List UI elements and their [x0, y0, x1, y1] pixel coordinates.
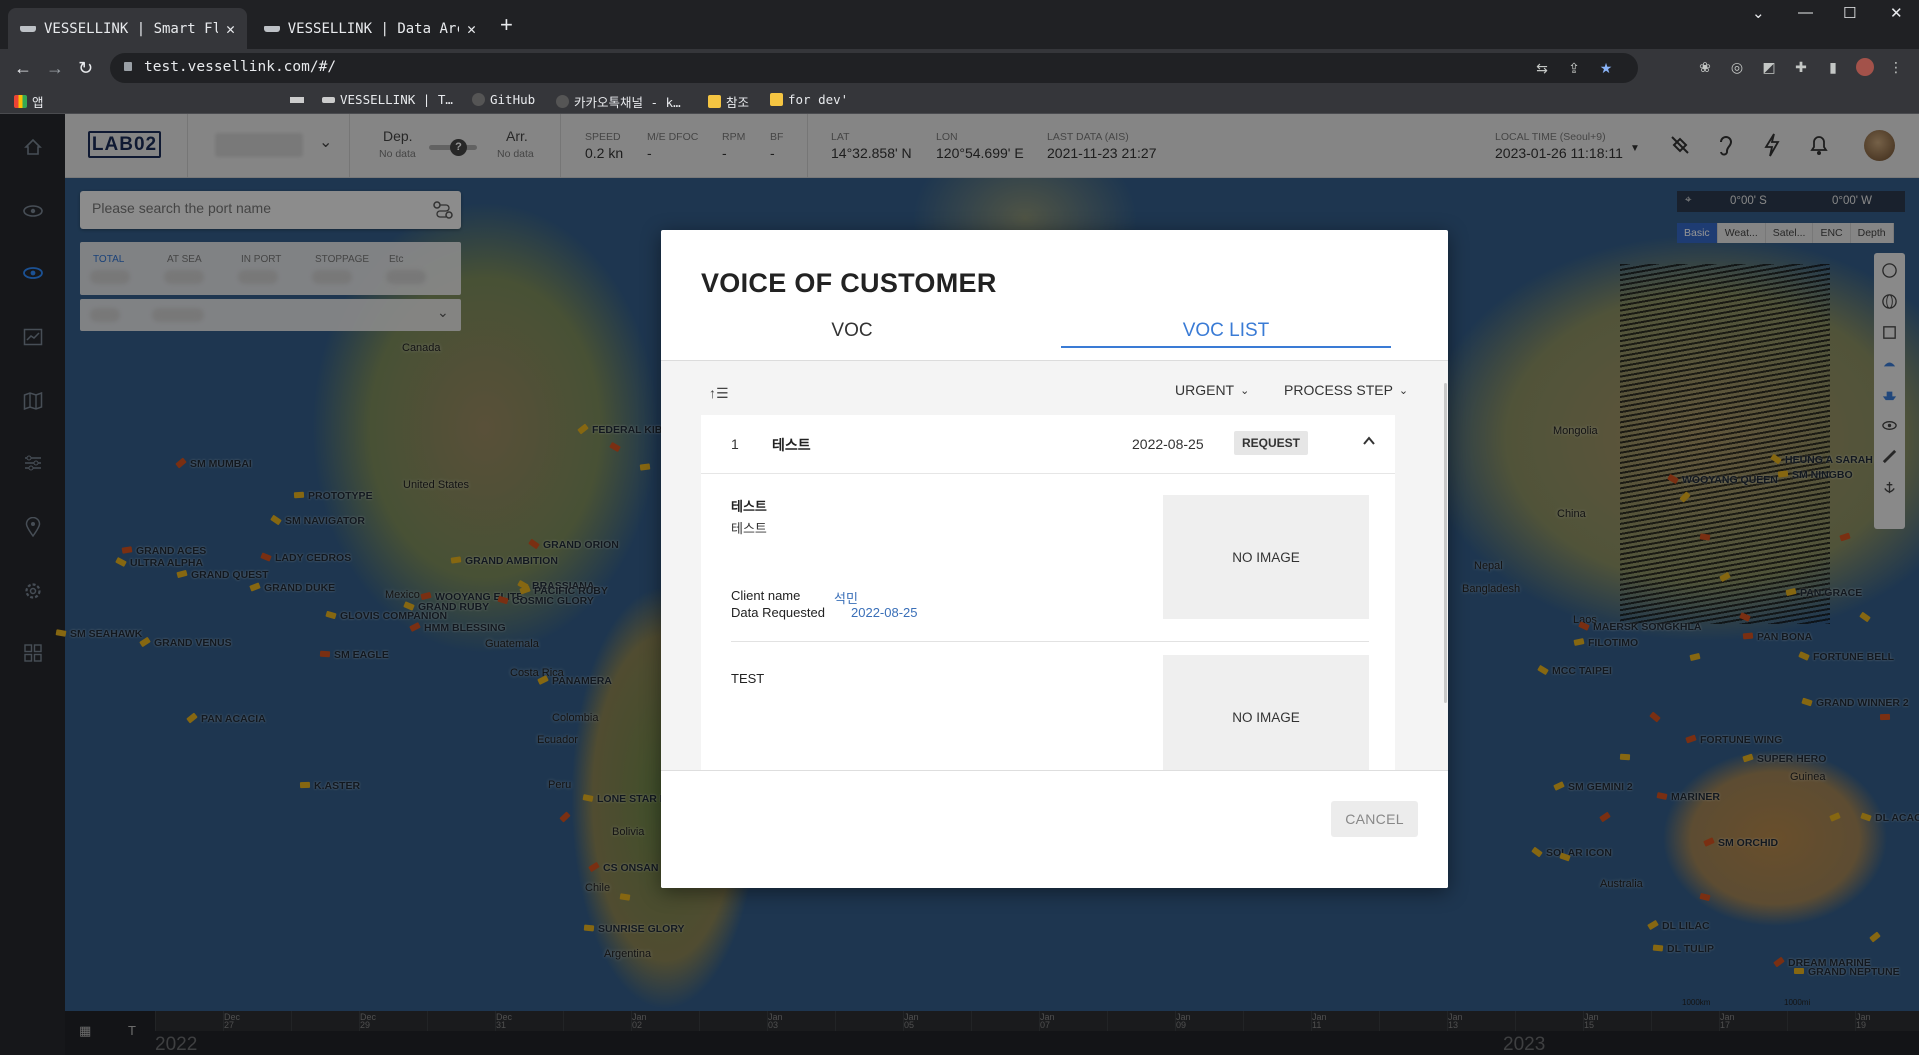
browser-tab-data-archive[interactable]: VESSELLINK | Data Archiv ✕: [252, 8, 488, 49]
back-icon[interactable]: ←: [14, 58, 32, 79]
bookmark-star-icon[interactable]: ★: [1598, 60, 1614, 76]
modal-footer: CANCEL: [661, 770, 1448, 888]
tab-voc-list[interactable]: VOC LIST: [1061, 314, 1391, 348]
forward-icon[interactable]: →: [46, 58, 64, 79]
entry-divider: [731, 641, 1369, 642]
voc-modal: VOICE OF CUSTOMER VOC VOC LIST ↑☰ URGENT…: [661, 230, 1448, 888]
bookmark-folder-reference[interactable]: 참조: [708, 92, 749, 111]
extension-icon[interactable]: ◎: [1729, 59, 1745, 75]
share-icon[interactable]: ⇪: [1566, 60, 1582, 76]
voc-entry: 1 테스트 2022-08-25 REQUEST 테스트 테스트 Client …: [701, 415, 1395, 770]
status-badge: REQUEST: [1234, 431, 1309, 455]
voc-entry-header[interactable]: 1 테스트 2022-08-25 REQUEST: [701, 415, 1395, 474]
reload-icon[interactable]: ↻: [78, 58, 93, 79]
bookmark-label: VESSELLINK | T…: [340, 92, 453, 107]
apps-grid-icon: [14, 95, 27, 108]
ship-icon: [322, 96, 335, 103]
close-tab-icon[interactable]: ✕: [226, 20, 235, 38]
tab-title: VESSELLINK | Data Archiv: [287, 20, 459, 37]
folder-icon: [708, 95, 721, 108]
bookmark-label: 카카오톡채널 - k…: [574, 95, 681, 110]
chevron-up-icon[interactable]: [1362, 434, 1376, 448]
no-image-placeholder: NO IMAGE: [1163, 495, 1369, 619]
chevron-down-icon: ⌄: [1398, 384, 1409, 397]
bookmark-label: 참조: [726, 95, 750, 110]
detail-body: 테스트: [731, 521, 767, 536]
chrome-menu-icon[interactable]: ⋮: [1888, 59, 1904, 75]
urgent-filter-label: URGENT: [1175, 382, 1235, 398]
kakao-icon: [556, 95, 569, 108]
minimize-button[interactable]: —: [1798, 4, 1813, 21]
lock-icon: [124, 62, 132, 71]
side-panel-icon[interactable]: ▮: [1825, 59, 1841, 75]
bookmark-label: for dev': [788, 92, 849, 107]
process-step-filter[interactable]: PROCESS STEP ⌄: [1284, 382, 1408, 398]
bookmark-label: GitHub: [490, 92, 536, 107]
profile-avatar[interactable]: [1856, 58, 1874, 76]
new-tab-button[interactable]: +: [500, 12, 513, 38]
bookmark-folder-dev[interactable]: for dev': [770, 92, 848, 107]
voc-list: ↑☰ URGENT ⌄ PROCESS STEP ⌄ 1 테스트 2022-08…: [661, 361, 1448, 770]
entry-date: 2022-08-25: [1132, 436, 1204, 452]
data-requested-value: 2022-08-25: [851, 605, 918, 620]
bookmark-github[interactable]: GitHub: [472, 92, 535, 107]
bookmark-label: 앱: [32, 95, 44, 110]
detail-title: 테스트: [731, 499, 767, 514]
address-bar[interactable]: test.vessellink.com/#/ ★ ⇪ ⇆: [110, 53, 1638, 83]
urgent-filter[interactable]: URGENT ⌄: [1175, 382, 1249, 398]
sort-icon[interactable]: ↑☰: [709, 385, 729, 402]
bookmark-kakao[interactable]: 카카오톡채널 - k…: [556, 92, 681, 111]
browser-toolbar: ← → ↻ test.vessellink.com/#/ ★ ⇪ ⇆ ❀ ◎ ◩…: [0, 49, 1919, 87]
url-text: test.vessellink.com/#/: [144, 59, 337, 75]
extension-icon[interactable]: ❀: [1697, 59, 1713, 75]
maximize-button[interactable]: ☐: [1843, 4, 1856, 22]
entry-number: 1: [731, 436, 739, 452]
ship-icon: [20, 25, 36, 32]
entry-title: 테스트: [772, 437, 811, 453]
close-tab-icon[interactable]: ✕: [467, 20, 476, 38]
scrollbar[interactable]: [1444, 383, 1447, 703]
no-image-placeholder: NO IMAGE: [1163, 655, 1369, 770]
extension-icon[interactable]: ◩: [1761, 59, 1777, 75]
folder-icon: [770, 93, 783, 106]
extensions-puzzle-icon[interactable]: ✚: [1793, 59, 1809, 75]
modal-title: VOICE OF CUSTOMER: [701, 268, 997, 298]
detail-title-2: TEST: [731, 671, 765, 686]
ship-icon[interactable]: [290, 97, 304, 103]
bookmark-apps[interactable]: 앱: [14, 92, 44, 111]
data-requested-label: Data Requested: [731, 605, 825, 620]
client-name-label: Client name: [731, 588, 801, 603]
browser-tab-smart-fleet[interactable]: VESSELLINK | Smart Fleet ✕: [8, 8, 247, 49]
tab-voc[interactable]: VOC: [704, 314, 1000, 348]
close-window-button[interactable]: ✕: [1890, 4, 1903, 22]
cancel-button[interactable]: CANCEL: [1331, 801, 1418, 837]
ship-icon: [264, 25, 280, 32]
bookmark-vessellink[interactable]: VESSELLINK | T…: [322, 92, 453, 107]
translate-icon[interactable]: ⇆: [1534, 60, 1550, 76]
tab-title: VESSELLINK | Smart Fleet: [44, 20, 218, 37]
tab-search-icon[interactable]: ⌄: [1752, 4, 1765, 22]
github-icon: [472, 93, 485, 106]
bookmarks-bar: 앱 VESSELLINK | T… GitHub 카카오톡채널 - k… 참조 …: [0, 87, 1919, 114]
process-step-filter-label: PROCESS STEP: [1284, 382, 1393, 398]
browser-tabstrip: VESSELLINK | Smart Fleet ✕ VESSELLINK | …: [0, 0, 1919, 49]
chevron-down-icon: ⌄: [1240, 384, 1250, 397]
